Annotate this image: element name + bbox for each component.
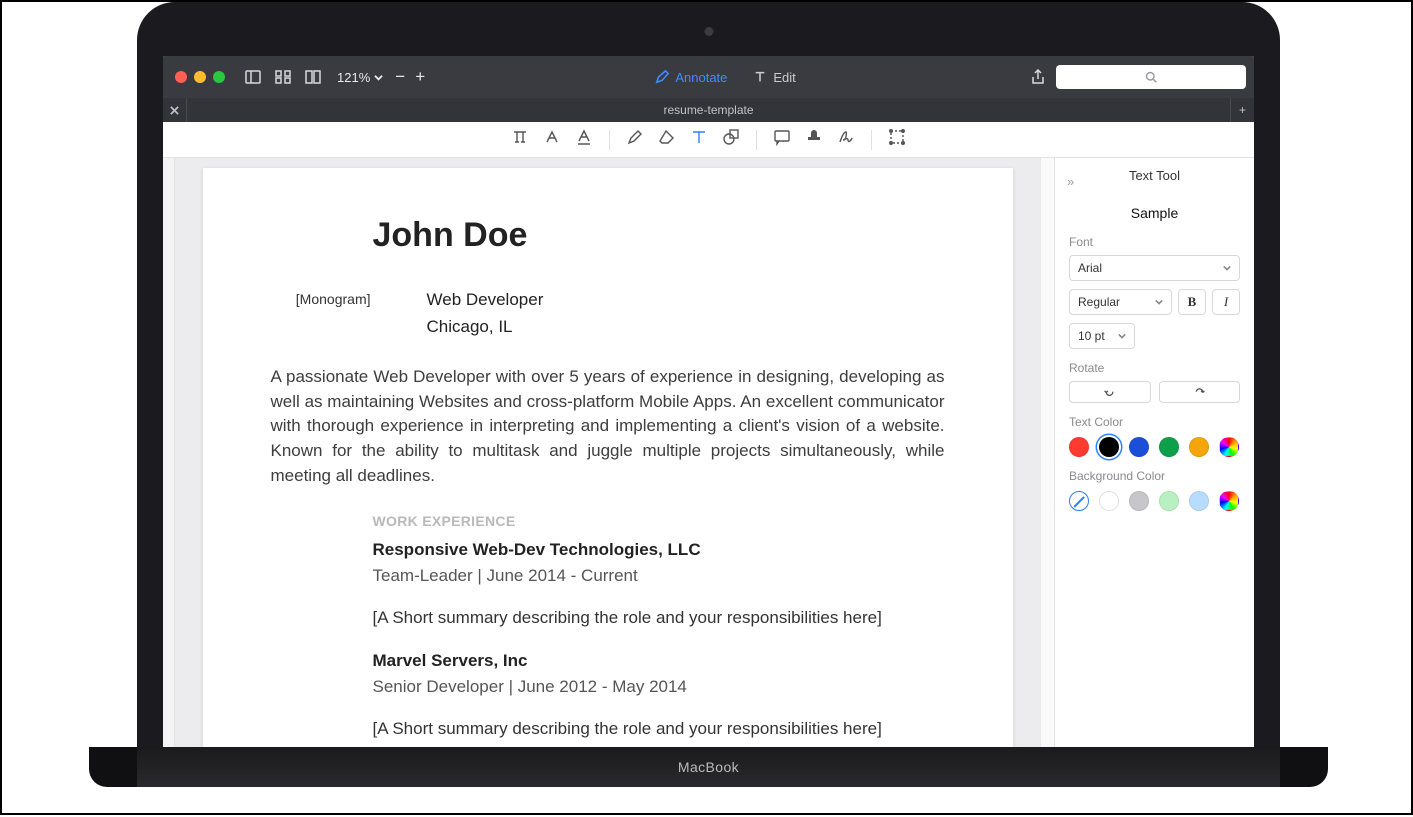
annotate-mode-button[interactable]: Annotate [645, 70, 737, 85]
bg-color-custom[interactable] [1219, 491, 1239, 511]
device-label: MacBook [137, 747, 1280, 787]
bg-color-swatches [1069, 491, 1240, 511]
bg-color-green[interactable] [1159, 491, 1179, 511]
panel-title: » Text Tool [1069, 168, 1240, 191]
text-color-blue[interactable] [1129, 437, 1149, 457]
scrollbar[interactable] [1040, 158, 1054, 747]
rotate-cw-button[interactable] [1159, 381, 1241, 403]
camera [704, 27, 713, 36]
tab-add-button[interactable]: + [1230, 98, 1254, 122]
resume-name: John Doe [373, 212, 945, 260]
zoom-out-button[interactable]: − [395, 67, 405, 87]
document-area[interactable]: John Doe [Monogram] Web Developer Chicag… [175, 158, 1040, 747]
annotation-toolbar [163, 122, 1254, 158]
font-family-select[interactable]: Arial [1069, 255, 1240, 281]
bold-button[interactable]: B [1178, 289, 1206, 315]
bg-color-none[interactable] [1069, 491, 1089, 511]
thumbnails-icon[interactable] [271, 65, 295, 89]
text-color-swatches [1069, 437, 1240, 457]
font-size-select[interactable]: 10 pt [1069, 323, 1135, 349]
bg-color-white[interactable] [1099, 491, 1119, 511]
rotate-label: Rotate [1069, 361, 1240, 375]
section-work-experience: WORK EXPERIENCE [373, 512, 945, 532]
resume-summary: A passionate Web Developer with over 5 y… [271, 365, 945, 488]
zoom-control[interactable]: 121% − + [337, 67, 425, 87]
two-page-icon[interactable] [301, 65, 325, 89]
text-color-custom[interactable] [1219, 437, 1239, 457]
stamp-icon[interactable] [805, 128, 823, 151]
tab-bar: resume-template + [163, 98, 1254, 122]
text-color-label: Text Color [1069, 415, 1240, 429]
resume-role: Web Developer [427, 288, 544, 312]
main-toolbar: 121% − + Annotate Edit [163, 56, 1254, 98]
italic-button[interactable]: I [1212, 289, 1240, 315]
rotate-ccw-button[interactable] [1069, 381, 1151, 403]
shape-icon[interactable] [722, 128, 740, 151]
search-input[interactable] [1056, 65, 1246, 89]
text-tool-icon[interactable] [690, 128, 708, 151]
zoom-in-button[interactable]: + [415, 67, 425, 87]
job-summary: [A Short summary describing the role and… [373, 606, 945, 630]
text-color-green[interactable] [1159, 437, 1179, 457]
font-style-select[interactable]: Regular [1069, 289, 1172, 315]
zoom-value: 121% [337, 70, 370, 85]
window-minimize[interactable] [194, 71, 206, 83]
job-summary: [A Short summary describing the role and… [373, 717, 945, 741]
resume-location: Chicago, IL [427, 315, 544, 339]
share-icon[interactable] [1026, 65, 1050, 89]
monogram-placeholder: [Monogram] [271, 288, 371, 310]
text-style-icon[interactable] [511, 128, 529, 151]
bg-color-blue[interactable] [1189, 491, 1209, 511]
bg-color-label: Background Color [1069, 469, 1240, 483]
signature-icon[interactable] [837, 128, 855, 151]
selection-icon[interactable] [888, 128, 906, 151]
text-color-orange[interactable] [1189, 437, 1209, 457]
text-color-red[interactable] [1069, 437, 1089, 457]
font-label: Font [1069, 235, 1240, 249]
eraser-icon[interactable] [658, 128, 676, 151]
underline-icon[interactable] [575, 128, 593, 151]
note-icon[interactable] [773, 128, 791, 151]
pen-icon[interactable] [626, 128, 644, 151]
sidebar-toggle-icon[interactable] [241, 65, 265, 89]
job-entry: Marvel Servers, Inc Senior Developer | J… [373, 649, 945, 699]
highlight-icon[interactable] [543, 128, 561, 151]
tab-close-button[interactable] [163, 98, 187, 122]
window-fullscreen[interactable] [213, 71, 225, 83]
tab-title[interactable]: resume-template [187, 103, 1230, 117]
text-sample: Sample [1069, 205, 1240, 221]
edit-mode-button[interactable]: Edit [743, 70, 805, 85]
bg-color-gray[interactable] [1129, 491, 1149, 511]
job-entry: Responsive Web-Dev Technologies, LLC Tea… [373, 538, 945, 588]
inspector-panel: » Text Tool Sample Font Arial Regular B … [1054, 158, 1254, 747]
chevron-down-icon [374, 70, 383, 85]
window-close[interactable] [175, 71, 187, 83]
thumbnail-gutter[interactable] [163, 158, 175, 747]
panel-collapse-icon[interactable]: » [1067, 174, 1074, 189]
text-color-black[interactable] [1099, 437, 1119, 457]
document-page: John Doe [Monogram] Web Developer Chicag… [203, 168, 1013, 747]
